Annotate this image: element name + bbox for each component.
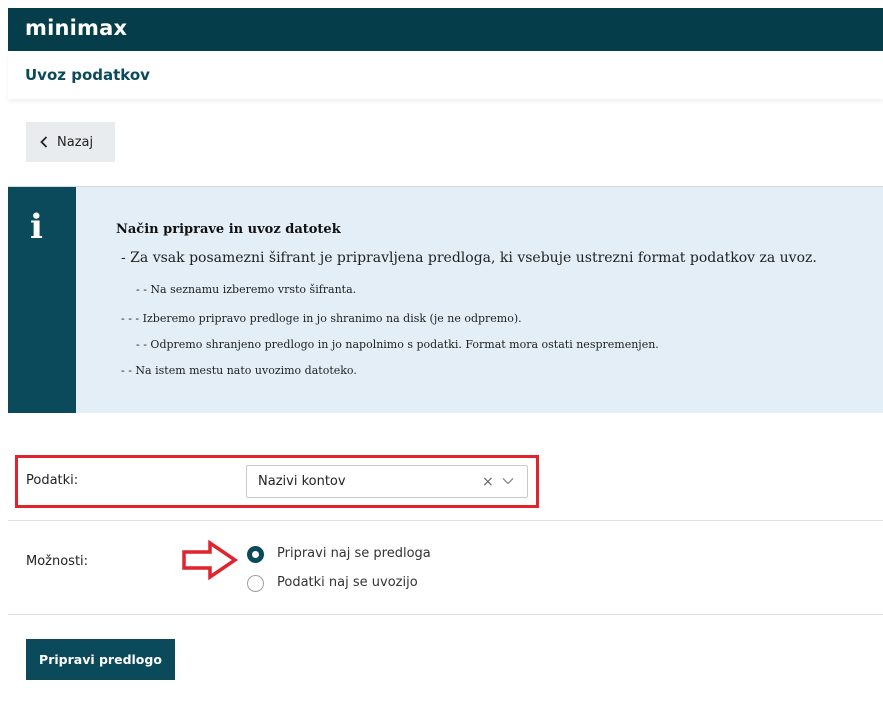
- back-button-label: Nazaj: [57, 134, 94, 150]
- radio-label[interactable]: Podatki naj se uvozijo: [277, 575, 418, 590]
- info-line: - - Na istem mestu nato uvozimo datoteko…: [121, 364, 357, 377]
- data-type-value: Nazivi kontov: [258, 474, 346, 489]
- divider: [8, 520, 883, 521]
- info-icon: i: [30, 207, 43, 247]
- minimax-logo[interactable]: minimax: [25, 16, 127, 40]
- prepare-template-button[interactable]: Pripravi predlogo: [26, 639, 175, 680]
- page-title: Uvoz podatkov: [25, 66, 150, 84]
- info-title: Način priprave in uvoz datotek: [116, 222, 341, 237]
- top-bar: minimax: [8, 8, 883, 51]
- options-label: Možnosti:: [26, 554, 89, 569]
- data-type-label: Podatki:: [26, 473, 79, 488]
- radio-prepare-template[interactable]: [247, 546, 264, 563]
- info-line: - - Odpremo shranjeno predlogo in jo nap…: [136, 338, 659, 351]
- radio-label[interactable]: Pripravi naj se predloga: [277, 546, 431, 561]
- data-type-select[interactable]: Nazivi kontov ×: [246, 465, 528, 498]
- page-header: Uvoz podatkov: [8, 51, 883, 99]
- info-line: - - Na seznamu izberemo vrsto šifranta.: [136, 283, 357, 296]
- clear-icon[interactable]: ×: [482, 474, 494, 490]
- chevron-left-icon: [40, 136, 48, 148]
- chevron-down-icon[interactable]: [502, 477, 514, 485]
- back-button[interactable]: Nazaj: [26, 122, 115, 162]
- info-line: - - - Izberemo pripravo predloge in jo s…: [121, 312, 522, 325]
- info-panel: i Način priprave in uvoz datotek - Za vs…: [8, 186, 883, 413]
- info-stripe: i: [8, 187, 76, 413]
- radio-import-data[interactable]: [247, 575, 264, 592]
- divider: [8, 614, 883, 615]
- info-line: - Za vsak posamezni šifrant je pripravlj…: [121, 250, 817, 266]
- arrow-right-icon: [182, 540, 239, 580]
